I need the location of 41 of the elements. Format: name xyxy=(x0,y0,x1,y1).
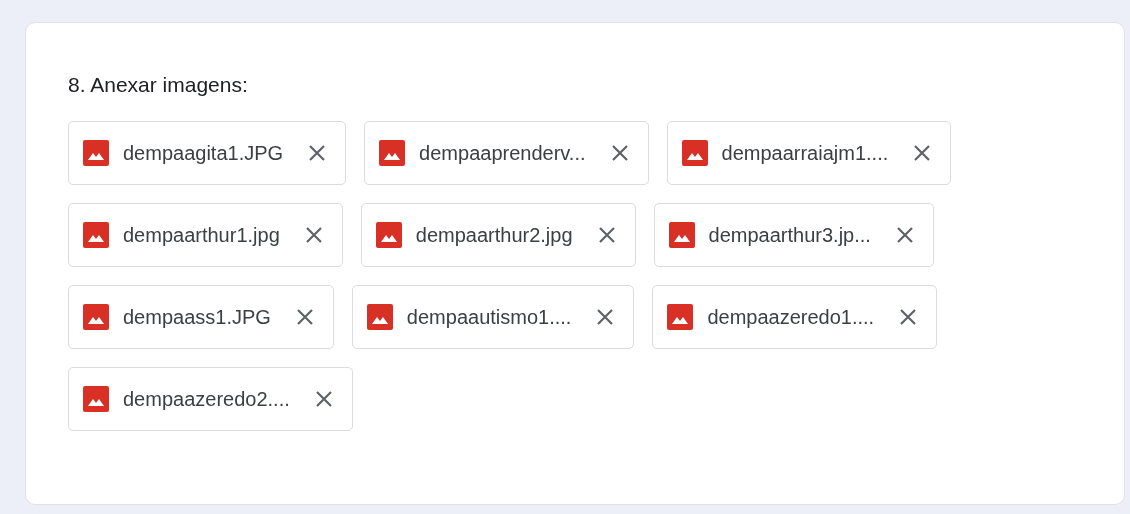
file-name: dempaarthur3.jp... xyxy=(708,223,871,247)
question-title: 8. Anexar imagens: xyxy=(68,73,249,97)
file-name: dempaarthur1.jpg xyxy=(123,223,280,247)
image-file-icon xyxy=(667,304,694,330)
close-icon[interactable] xyxy=(313,389,334,409)
file-chip[interactable]: dempaazeredo2.... xyxy=(68,367,353,431)
close-icon[interactable] xyxy=(294,307,315,327)
image-file-icon xyxy=(83,386,109,412)
file-chip[interactable]: dempaass1.JPG xyxy=(68,285,334,349)
close-icon[interactable] xyxy=(609,143,630,163)
close-icon[interactable] xyxy=(595,307,616,327)
file-chip[interactable]: dempaarthur2.jpg xyxy=(360,203,636,267)
close-icon[interactable] xyxy=(912,143,933,163)
image-file-icon xyxy=(83,304,109,330)
image-file-icon xyxy=(668,222,695,248)
file-name: dempaass1.JPG xyxy=(123,305,271,329)
file-name: dempaaprenderv... xyxy=(419,141,586,165)
file-chip[interactable]: dempaautismo1.... xyxy=(351,285,635,349)
file-chip[interactable]: dempaarthur1.jpg xyxy=(68,203,343,267)
file-name: dempaazeredo2.... xyxy=(123,387,290,411)
file-name: dempaarraiajm1.... xyxy=(721,141,889,165)
image-file-icon xyxy=(379,140,406,166)
close-icon[interactable] xyxy=(898,307,919,327)
close-icon[interactable] xyxy=(307,143,328,163)
file-chip[interactable]: dempaarthur3.jp... xyxy=(653,203,934,267)
close-icon[interactable] xyxy=(894,225,915,245)
file-chip[interactable]: dempaagita1.JPG xyxy=(68,121,347,185)
close-icon[interactable] xyxy=(303,225,324,245)
image-file-icon xyxy=(83,222,109,248)
file-name: dempaautismo1.... xyxy=(406,305,572,329)
file-name: dempaarthur2.jpg xyxy=(415,223,573,247)
close-icon[interactable] xyxy=(596,225,617,245)
image-file-icon xyxy=(366,304,393,330)
file-chip[interactable]: dempaaprenderv... xyxy=(364,121,649,185)
file-chip[interactable]: dempaarraiajm1.... xyxy=(666,121,952,185)
image-file-icon xyxy=(375,222,402,248)
file-name: dempaagita1.JPG xyxy=(123,141,284,165)
file-chip[interactable]: dempaazeredo1.... xyxy=(652,285,938,349)
image-file-icon xyxy=(83,140,109,166)
image-file-icon xyxy=(681,140,708,166)
file-name: dempaazeredo1.... xyxy=(707,305,875,329)
